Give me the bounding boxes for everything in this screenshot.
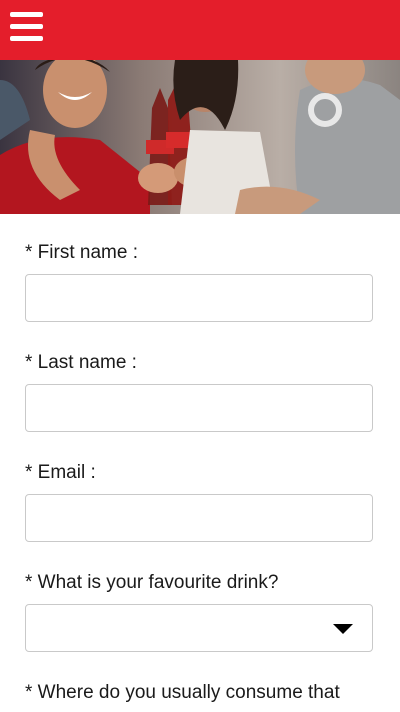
- first-name-field[interactable]: [25, 274, 373, 322]
- last-name-input[interactable]: [26, 385, 372, 431]
- first-name-input[interactable]: [26, 275, 372, 321]
- first-name-label: * First name :: [25, 242, 138, 263]
- top-bar: [0, 0, 400, 60]
- favourite-drink-select[interactable]: [25, 604, 373, 652]
- last-name-field[interactable]: [25, 384, 373, 432]
- consume-location-label: * Where do you usually consume that: [25, 682, 340, 703]
- hero-photo-illustration: [0, 60, 400, 214]
- email-field[interactable]: [25, 494, 373, 542]
- menu-bar-line: [10, 24, 43, 29]
- hamburger-menu-icon[interactable]: [10, 12, 43, 42]
- menu-bar-line: [10, 36, 43, 41]
- hero-image: [0, 60, 400, 214]
- last-name-label: * Last name :: [25, 352, 137, 373]
- favourite-drink-label: * What is your favourite drink?: [25, 572, 279, 593]
- email-input[interactable]: [26, 495, 372, 541]
- email-label: * Email :: [25, 462, 96, 483]
- menu-bar-line: [10, 12, 43, 17]
- chevron-down-icon: [333, 624, 353, 634]
